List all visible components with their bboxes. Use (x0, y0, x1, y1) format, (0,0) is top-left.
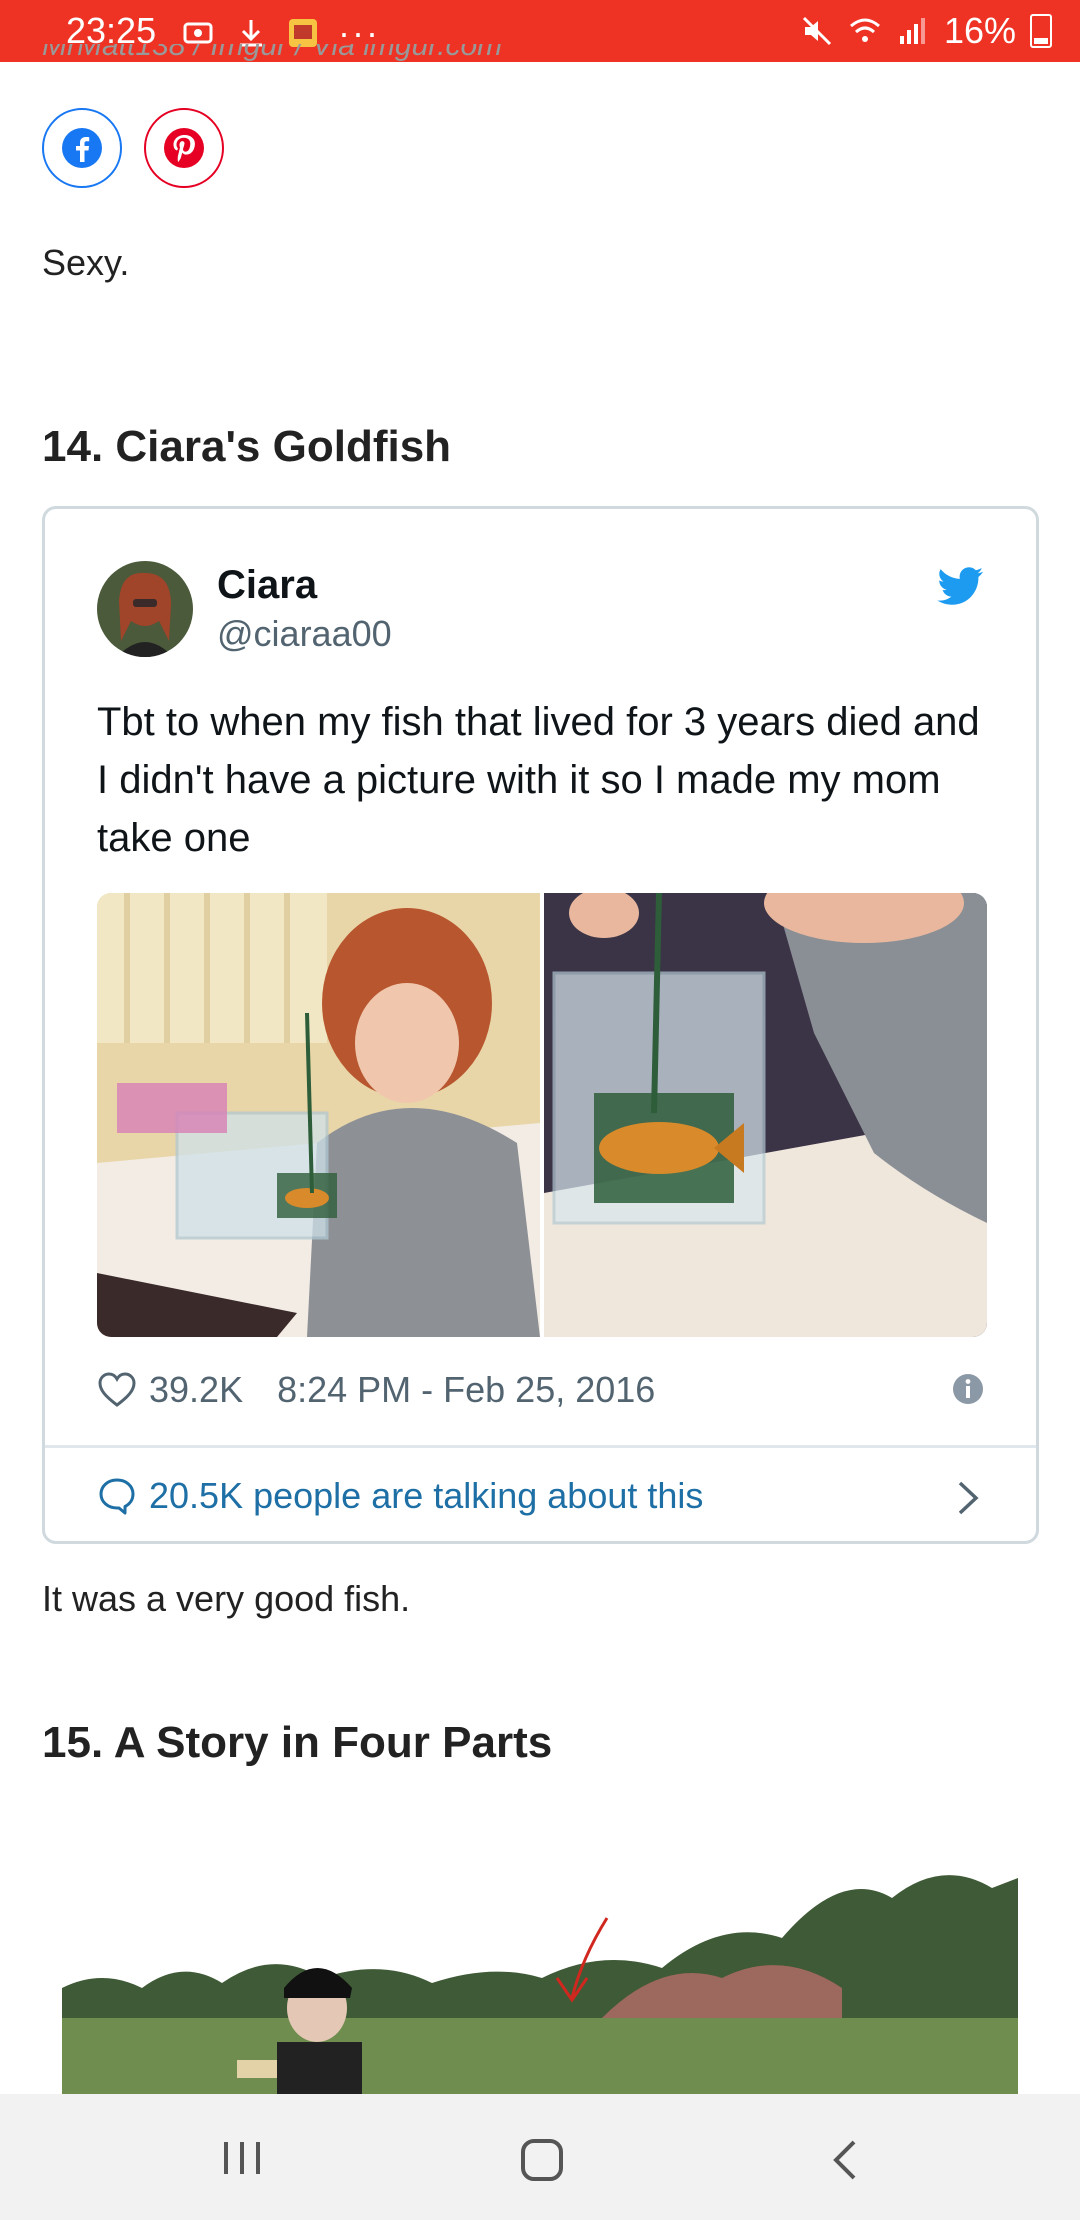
share-buttons (42, 108, 224, 188)
info-icon[interactable] (952, 1373, 984, 1405)
caption-sexy: Sexy. (42, 242, 130, 283)
home-icon[interactable] (520, 2138, 564, 2182)
story-image[interactable] (62, 1838, 1018, 2094)
tweet-author-handle[interactable]: @ciaraa00 (217, 613, 392, 655)
tweet-text: Tbt to when my fish that lived for 3 yea… (97, 700, 980, 860)
mute-icon (802, 16, 831, 46)
tweet-photo-1[interactable] (97, 893, 540, 1337)
tweet-photo-2[interactable] (544, 893, 987, 1337)
embedded-tweet[interactable]: Ciara @ciaraa00 Tbt to when my fish that… (42, 506, 1039, 1544)
pinterest-share-button[interactable] (144, 108, 224, 188)
like-count[interactable]: 39.2K (149, 1369, 243, 1411)
facebook-share-button[interactable] (42, 108, 122, 188)
wifi-icon (849, 18, 880, 42)
tweet-conversation-link[interactable]: 20.5K people are talking about this (97, 1475, 703, 1517)
caption-good-fish: It was a very good fish. (42, 1578, 411, 1619)
story-photo (62, 1838, 1018, 2094)
facebook-icon (62, 128, 102, 168)
back-icon[interactable] (830, 2138, 860, 2182)
item-14-title: 14. Ciara's Goldfish (42, 422, 452, 471)
tweet-divider (45, 1445, 1036, 1448)
tweet-timestamp[interactable]: 8:24 PM - Feb 25, 2016 (277, 1369, 655, 1411)
chevron-right-icon[interactable] (956, 1479, 980, 1517)
item-15-title: 15. A Story in Four Parts (42, 1718, 553, 1767)
signal-icon (899, 18, 925, 44)
twitter-bird-icon[interactable] (936, 567, 984, 607)
tweet-photos[interactable] (97, 893, 987, 1337)
battery-percent: 16% (943, 10, 1016, 51)
tweet-meta: 39.2K 8:24 PM - Feb 25, 2016 (97, 1369, 655, 1411)
conversation-count: 20.5K people are talking about this (149, 1475, 704, 1516)
avatar[interactable] (97, 561, 193, 657)
recent-apps-icon[interactable] (220, 2138, 264, 2178)
battery-icon (1030, 14, 1052, 48)
system-nav-bar (0, 2094, 1080, 2220)
tweet-author-name[interactable]: Ciara (217, 563, 317, 608)
speech-bubble-icon (99, 1478, 135, 1515)
image-credit: MrMatt138 / Imgur / Via imgur.com (42, 44, 503, 62)
avatar-image (97, 561, 193, 657)
pinterest-icon (164, 128, 204, 168)
heart-icon[interactable] (97, 1371, 137, 1409)
